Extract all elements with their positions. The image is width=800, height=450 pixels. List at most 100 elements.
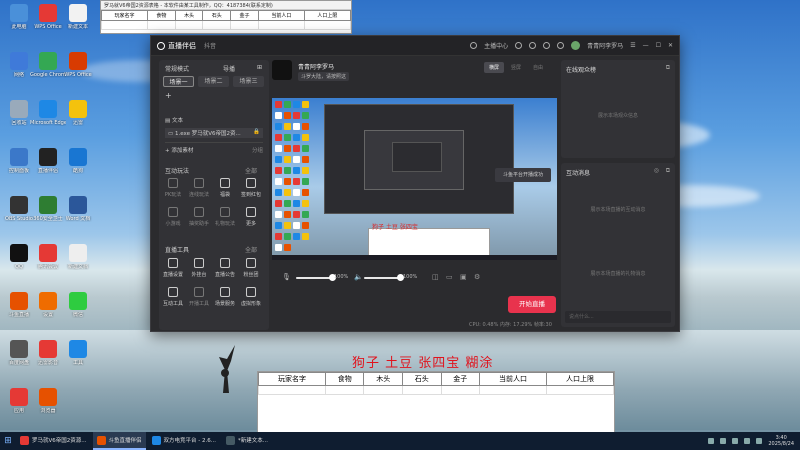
- microphone-icon[interactable]: 🎙: [282, 273, 291, 281]
- user-name[interactable]: 青青阿李罗马: [587, 41, 623, 50]
- tray-icon[interactable]: [708, 438, 715, 444]
- sheet-header-cell[interactable]: 木头: [174, 10, 204, 21]
- interact-all-link[interactable]: 全部: [245, 166, 257, 175]
- desktop-icon[interactable]: 微信: [60, 292, 96, 318]
- desktop-icon-label: 新建文本: [67, 24, 88, 30]
- source-group-header[interactable]: ▤ 文本: [165, 116, 263, 124]
- record-icon[interactable]: [515, 42, 523, 49]
- start-menu-icon[interactable]: ⊞: [0, 432, 16, 450]
- sheet-header-cell[interactable]: 玩家名字: [100, 10, 149, 21]
- settings-icon[interactable]: [557, 42, 565, 49]
- menu-icon[interactable]: ☰: [630, 42, 635, 49]
- camera-icon[interactable]: ◫: [432, 273, 439, 281]
- minimize-icon[interactable]: —: [643, 42, 649, 49]
- clock[interactable]: 3:40 2025/8/24: [768, 435, 794, 447]
- expand-icon[interactable]: ⧉: [666, 64, 670, 72]
- guide-button[interactable]: 导播: [223, 64, 235, 73]
- tools-item[interactable]: 互动工具: [163, 287, 183, 307]
- sheet-header-cell[interactable]: 当前人口: [479, 372, 547, 386]
- anchor-center-link[interactable]: 主播中心: [484, 41, 508, 50]
- maximize-icon[interactable]: ☐: [656, 42, 661, 49]
- desktop-icon[interactable]: 迅雷: [60, 100, 96, 126]
- screen-icon[interactable]: ▭: [446, 273, 453, 281]
- sheet-header-cell[interactable]: 食物: [147, 10, 176, 21]
- sheet-header-cell[interactable]: 金子: [230, 10, 259, 21]
- preview-icon: [293, 101, 300, 108]
- lock-icon[interactable]: 🔒: [253, 129, 260, 135]
- source-item[interactable]: ▭ 1.exe 罗马就V6帝国2资... 🔒: [165, 128, 263, 138]
- close-icon[interactable]: ✕: [668, 42, 673, 49]
- tool-icon: [194, 287, 204, 297]
- interact-item[interactable]: 更多: [241, 207, 261, 227]
- interact-item[interactable]: 连线玩法: [189, 178, 209, 198]
- sheet-header-cell[interactable]: 食物: [324, 372, 365, 386]
- scene-tab-1[interactable]: 场景一: [163, 76, 194, 87]
- tools-item[interactable]: 外挂台: [189, 258, 209, 278]
- sheet-header-cell[interactable]: 石头: [202, 10, 232, 21]
- sheet-header-cell[interactable]: 玩家名字: [258, 372, 326, 386]
- speaker-icon[interactable]: 🔈: [354, 273, 363, 281]
- interact-item[interactable]: 签到红包: [241, 178, 261, 198]
- mode-selector[interactable]: 常规模式: [165, 64, 189, 73]
- desktop-icon[interactable]: 工具: [60, 340, 96, 366]
- message-filter-icon[interactable]: ◎: [654, 167, 659, 174]
- sheet-header-cell[interactable]: 人口上限: [546, 372, 614, 386]
- sheet-header-cell[interactable]: 木头: [363, 372, 403, 386]
- network-icon[interactable]: [732, 438, 739, 444]
- desktop-icon[interactable]: WPS Office: [60, 52, 96, 78]
- input-method-icon[interactable]: [756, 438, 763, 444]
- message-icon[interactable]: [543, 42, 551, 49]
- desktop-icon[interactable]: 酷狗: [60, 148, 96, 174]
- mic-volume-slider[interactable]: [296, 274, 336, 281]
- desktop-icon[interactable]: 新建文本: [60, 4, 96, 30]
- help-icon[interactable]: [529, 42, 537, 49]
- interact-item[interactable]: 礼物玩法: [215, 207, 235, 227]
- desktop-icon[interactable]: 浏览器: [30, 388, 66, 414]
- sheet-header-cell[interactable]: 当前人口: [257, 10, 305, 21]
- tools-item[interactable]: 直播设置: [163, 258, 183, 278]
- taskbar-item[interactable]: *新建文本...: [222, 432, 272, 450]
- settings-icon[interactable]: ⚙: [474, 273, 480, 281]
- video-icon[interactable]: ▣: [460, 273, 467, 281]
- tools-item[interactable]: 开播工具: [189, 287, 209, 307]
- stream-preview[interactable]: 斗鱼平台开播成功 狗子 土豆 张四宝: [272, 98, 557, 260]
- taskbar-item[interactable]: 斗鱼直播伴侣: [92, 432, 146, 450]
- desktop-icon[interactable]: Word 文档: [60, 196, 96, 222]
- spreadsheet-window-top[interactable]: 罗马就V6帝国2资源表格 - 本软件由某工具制作，QQ：4187384(联系定制…: [100, 0, 352, 34]
- add-icon[interactable]: ⊞: [257, 64, 262, 71]
- start-live-button[interactable]: 开始直播: [508, 296, 556, 313]
- spreadsheet-window-bottom[interactable]: 玩家名字 食物 木头 石头 金子 当前人口 人口上限: [257, 371, 615, 433]
- tools-item[interactable]: 直播公告: [215, 258, 235, 278]
- interact-item[interactable]: 抽奖助手: [189, 207, 209, 227]
- add-scene-icon[interactable]: +: [165, 91, 172, 100]
- stream-avatar[interactable]: [272, 60, 292, 80]
- tools-item[interactable]: 虚拟形象: [241, 287, 261, 307]
- tray-icon[interactable]: [720, 438, 727, 444]
- view-mode-landscape[interactable]: 横屏: [484, 62, 505, 73]
- interact-item[interactable]: 福袋: [215, 178, 235, 198]
- speaker-volume-slider[interactable]: [364, 274, 404, 281]
- anchor-center-icon[interactable]: [470, 42, 478, 49]
- stream-tag[interactable]: 斗罗大陆，请按照这: [298, 72, 350, 81]
- tools-item[interactable]: 粉丝团: [241, 258, 261, 278]
- message-input[interactable]: 说点什么...: [565, 311, 671, 323]
- expand-icon[interactable]: ⧉: [666, 167, 670, 175]
- taskbar-item[interactable]: 双方电竞平台 - 2.6...: [148, 432, 220, 450]
- desktop-icon[interactable]: 新建文档: [60, 244, 96, 270]
- interact-item[interactable]: PK玩法: [163, 178, 183, 198]
- taskbar-item[interactable]: 罗马就V6帝国2资源...: [16, 432, 91, 450]
- tools-item[interactable]: 场景服务: [215, 287, 235, 307]
- sheet-header-cell[interactable]: 金子: [440, 372, 481, 386]
- sheet-header-cell[interactable]: 人口上限: [303, 10, 352, 21]
- sheet-header-cell[interactable]: 石头: [402, 372, 442, 386]
- interact-item[interactable]: 小游戏: [163, 207, 183, 227]
- volume-icon[interactable]: [744, 438, 751, 444]
- scene-tab-2[interactable]: 场景二: [198, 76, 229, 87]
- tools-all-link[interactable]: 全部: [245, 245, 257, 254]
- scene-tab-3[interactable]: 场景三: [233, 76, 264, 87]
- user-avatar[interactable]: [571, 41, 581, 50]
- view-mode-free[interactable]: 自由: [528, 62, 548, 73]
- add-source-button[interactable]: + 添加素材 分组: [165, 142, 263, 154]
- view-mode-portrait[interactable]: 竖屏: [506, 62, 526, 73]
- live-companion-window[interactable]: 直播伴侣 抖音 主播中心 青青阿李罗马 ☰ — ☐ ✕ 常规模式 导播 ⊞ 场景…: [150, 35, 680, 332]
